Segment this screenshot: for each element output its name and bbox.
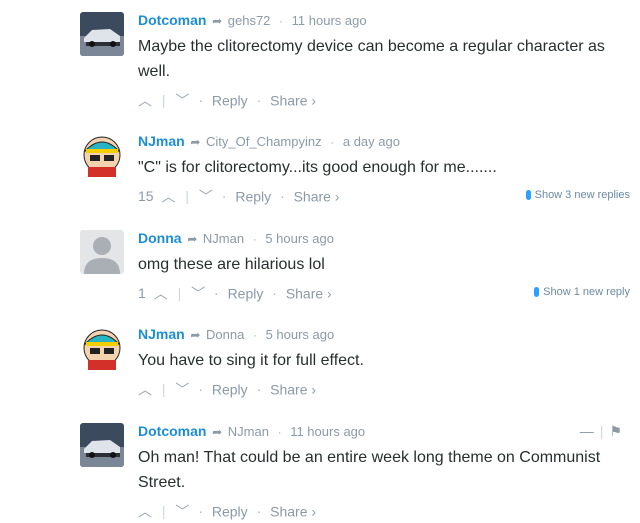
comment-text: "C" is for clitorectomy...its good enoug… (138, 159, 497, 176)
author-name[interactable]: Donna (138, 230, 182, 246)
reply-button[interactable]: Reply (212, 503, 248, 519)
reply-arrow-icon: ➦ (187, 232, 198, 246)
author-name[interactable]: Dotcoman (138, 423, 206, 439)
reply-arrow-icon: ➦ (190, 135, 201, 149)
new-replies-label: Show 1 new reply (543, 286, 630, 299)
downvote-icon[interactable]: ﹀ (175, 503, 189, 519)
reply-to-user[interactable]: City_Of_Champyinz (206, 134, 322, 149)
reply-to-user[interactable]: NJman (203, 231, 244, 246)
timestamp[interactable]: 5 hours ago (265, 231, 334, 246)
share-button[interactable]: Share › (294, 188, 340, 204)
share-button[interactable]: Share › (270, 503, 316, 519)
reply-to-user[interactable]: NJman (228, 424, 269, 439)
new-indicator-icon (534, 287, 540, 298)
upvote-icon[interactable]: ︿ (161, 188, 175, 204)
avatar[interactable] (80, 12, 124, 56)
reply-arrow-icon: ➦ (212, 425, 223, 439)
reply-button[interactable]: Reply (228, 285, 264, 301)
timestamp[interactable]: 11 hours ago (292, 13, 367, 28)
reply-to-user[interactable]: Donna (206, 327, 244, 342)
comment-text: Oh man! That could be an entire week lon… (138, 449, 601, 491)
comment-text: omg these are hilarious lol (138, 256, 325, 273)
reply-button[interactable]: Reply (212, 381, 248, 397)
avatar[interactable] (80, 230, 124, 274)
comment-text: You have to sing it for full effect. (138, 352, 364, 369)
downvote-icon[interactable]: ﹀ (175, 381, 189, 397)
collapse-icon[interactable]: — (580, 423, 594, 439)
reply-to-user[interactable]: gehs72 (228, 13, 271, 28)
comment-text: Maybe the clitorectomy device can become… (138, 38, 605, 80)
reply-button[interactable]: Reply (212, 92, 248, 108)
share-button[interactable]: Share › (286, 285, 332, 301)
show-new-replies-button[interactable]: Show 1 new reply (534, 281, 630, 303)
new-indicator-icon (525, 190, 531, 201)
downvote-icon[interactable]: ﹀ (175, 92, 189, 108)
reply-arrow-icon: ➦ (212, 14, 223, 28)
reply-arrow-icon: ➦ (190, 328, 201, 342)
timestamp[interactable]: 5 hours ago (266, 327, 335, 342)
upvote-icon[interactable]: ︿ (138, 92, 152, 108)
share-button[interactable]: Share › (270, 92, 316, 108)
reply-button[interactable]: Reply (235, 188, 271, 204)
author-name[interactable]: Dotcoman (138, 12, 206, 28)
vote-count: 1 (138, 285, 146, 302)
comment-menu: — | ⚑ (579, 423, 622, 439)
upvote-icon[interactable]: ︿ (138, 503, 152, 519)
downvote-icon[interactable]: ﹀ (191, 285, 205, 301)
avatar[interactable] (80, 133, 124, 177)
share-button[interactable]: Share › (270, 381, 316, 397)
avatar[interactable] (80, 423, 124, 467)
vote-count: 15 (138, 188, 154, 205)
upvote-icon[interactable]: ︿ (154, 285, 168, 301)
show-new-replies-button[interactable]: Show 3 new replies (525, 184, 630, 206)
avatar[interactable] (80, 326, 124, 370)
author-name[interactable]: NJman (138, 133, 185, 149)
new-replies-label: Show 3 new replies (534, 189, 630, 202)
timestamp[interactable]: a day ago (343, 134, 400, 149)
flag-icon[interactable]: ⚑ (609, 423, 622, 439)
upvote-icon[interactable]: ︿ (138, 381, 152, 397)
timestamp[interactable]: 11 hours ago (290, 424, 365, 439)
downvote-icon[interactable]: ﹀ (199, 188, 213, 204)
author-name[interactable]: NJman (138, 326, 185, 342)
